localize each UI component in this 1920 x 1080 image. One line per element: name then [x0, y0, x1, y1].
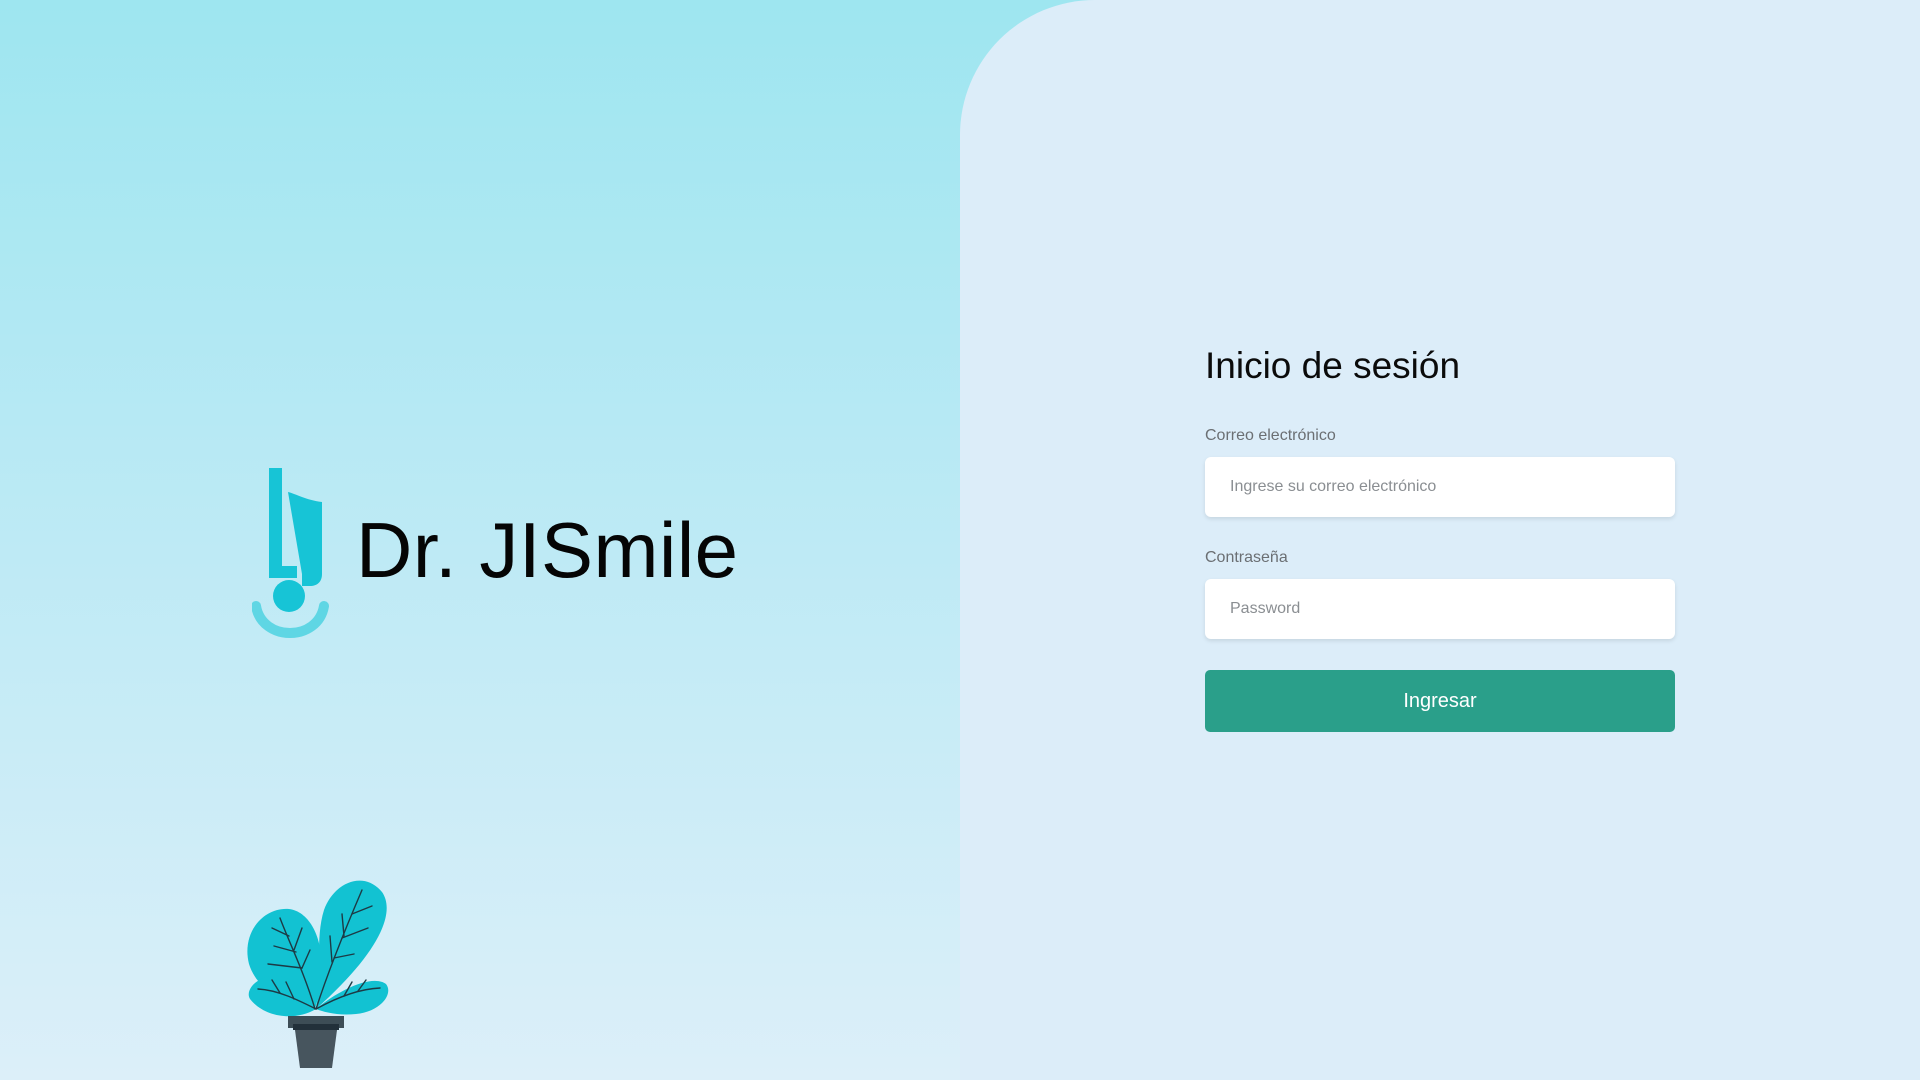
email-field-group: Correo electrónico: [1205, 427, 1675, 517]
login-button[interactable]: Ingresar: [1205, 670, 1675, 732]
email-field[interactable]: [1205, 457, 1675, 517]
brand-name: Dr. JISmile: [356, 506, 739, 594]
potted-plant-icon: [247, 880, 389, 1068]
password-field-group: Contraseña: [1205, 549, 1675, 639]
page-title: Inicio de sesión: [1205, 345, 1461, 386]
password-field[interactable]: [1205, 579, 1675, 639]
password-label: Contraseña: [1205, 549, 1288, 566]
brand: Dr. JISmile: [252, 466, 739, 642]
login-form: Inicio de sesión Correo electrónico Cont…: [1205, 345, 1675, 732]
tooth-smile-logo-icon: [252, 468, 329, 638]
email-label: Correo electrónico: [1205, 427, 1336, 444]
login-page: Dr. JISmile Inicio de sesión Correo elec…: [0, 0, 1920, 1080]
